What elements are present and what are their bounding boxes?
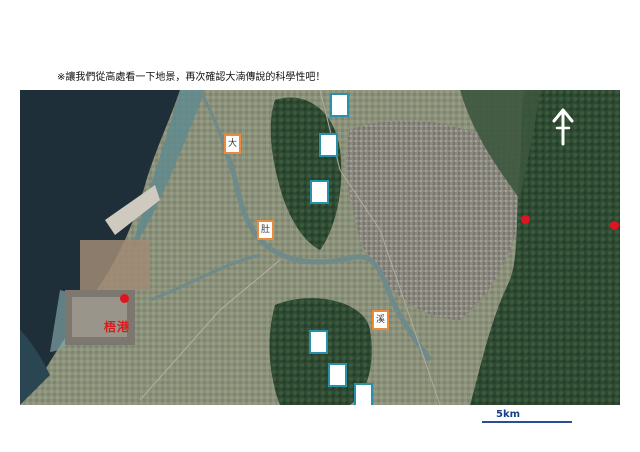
- label-box-du: 肚: [257, 220, 274, 240]
- red-dot-icon: [120, 294, 129, 303]
- red-dot-icon: [521, 215, 530, 224]
- label-box-xi: 溪: [372, 310, 389, 330]
- blank-box-5[interactable]: [328, 363, 347, 387]
- blank-box-6[interactable]: [354, 383, 373, 405]
- caption: ※讓我們從高處看一下地景，再次確認大湳傳說的科學性吧！: [57, 72, 326, 83]
- blank-box-2[interactable]: [319, 133, 338, 157]
- red-dot-icon: [610, 221, 619, 230]
- blank-box-3[interactable]: [310, 180, 329, 204]
- port-label: 梧港: [104, 320, 131, 334]
- satellite-map: 大 肚 溪 梧港: [20, 90, 620, 405]
- scale-label: 5km: [496, 409, 521, 420]
- blank-box-1[interactable]: [330, 93, 349, 117]
- scale-bar: [482, 421, 572, 423]
- label-box-da: 大: [224, 134, 241, 154]
- blank-box-4[interactable]: [309, 330, 328, 354]
- north-arrow-icon: [552, 108, 574, 146]
